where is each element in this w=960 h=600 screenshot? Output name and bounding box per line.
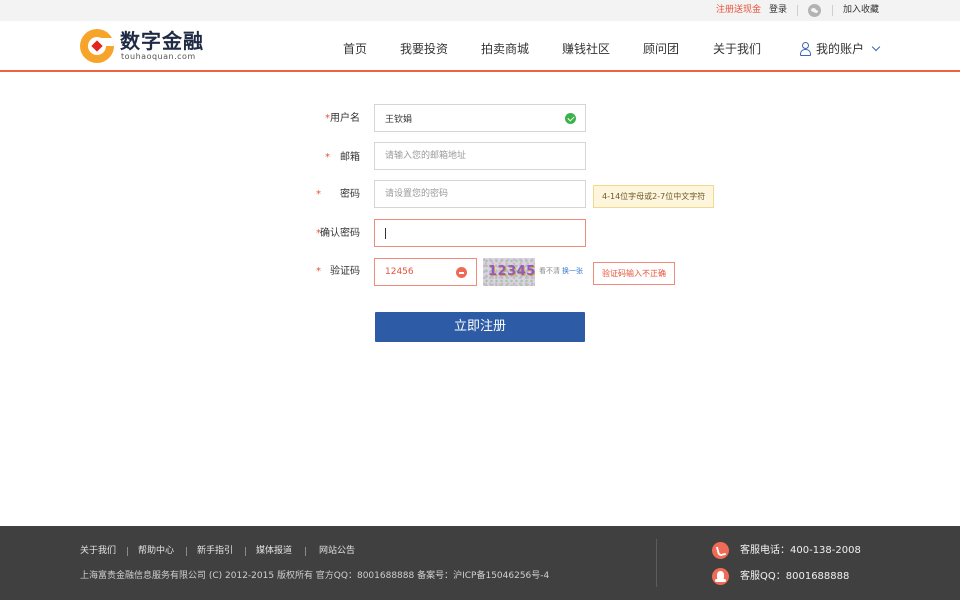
site-header: 数字金融 touhaoquan.com 首页 我要投资 拍卖商城 赚钱社区 顾问… xyxy=(0,21,960,72)
captcha-field-wrapper xyxy=(374,258,477,286)
confirm-password-label: 确认密码 xyxy=(320,228,360,239)
username-label: 用户名 xyxy=(330,113,360,124)
footer-link-help[interactable]: 帮助中心 xyxy=(138,545,174,557)
wechat-icon[interactable] xyxy=(808,4,821,17)
captcha-error-message: 验证码输入不正确 xyxy=(593,262,675,285)
phone-icon xyxy=(712,542,729,559)
footer-copyright: 上海富贵金融信息服务有限公司 (C) 2012-2015 版权所有 官方QQ：8… xyxy=(80,571,550,581)
nav-item-invest[interactable]: 我要投资 xyxy=(400,41,448,57)
captcha-image[interactable]: 12345 xyxy=(483,258,535,286)
username-field-wrapper xyxy=(374,104,586,132)
register-submit-button[interactable]: 立即注册 xyxy=(375,312,585,342)
site-footer: 关于我们 帮助中心 新手指引 媒体报道 网站公告 上海富贵金融信息服务有限公司 … xyxy=(0,526,960,600)
nav-item-auction[interactable]: 拍卖商城 xyxy=(481,41,529,57)
footer-vertical-divider xyxy=(656,539,657,587)
footer-link-about[interactable]: 关于我们 xyxy=(80,545,116,557)
my-account-label: 我的账户 xyxy=(816,42,865,56)
email-label: 邮箱 xyxy=(340,152,360,163)
user-icon xyxy=(800,42,811,56)
check-icon xyxy=(565,113,576,124)
customer-service-qq: 客服QQ：8001688888 xyxy=(740,571,850,582)
topbar-divider xyxy=(797,5,798,16)
email-input[interactable] xyxy=(375,143,585,169)
captcha-image-text: 12345 xyxy=(488,264,535,279)
captcha-unclear-text: 看不清 xyxy=(539,267,560,275)
nav-item-community[interactable]: 赚钱社区 xyxy=(562,41,610,57)
confirm-password-input[interactable] xyxy=(375,220,585,246)
register-bonus-link[interactable]: 注册送现金 xyxy=(716,4,761,16)
nav-item-about[interactable]: 关于我们 xyxy=(713,41,761,57)
password-label: 密码 xyxy=(340,189,360,200)
captcha-refresh-link[interactable]: 换一张 xyxy=(562,266,583,276)
password-field-wrapper xyxy=(374,180,586,208)
username-input[interactable] xyxy=(375,105,585,131)
footer-divider xyxy=(305,547,306,556)
password-hint: 4-14位字母或2-7位中文字符 xyxy=(593,185,715,208)
add-favorite-link[interactable]: 加入收藏 xyxy=(843,4,879,16)
nav-item-advisors[interactable]: 顾问团 xyxy=(643,41,679,57)
footer-divider xyxy=(245,547,246,556)
password-input[interactable] xyxy=(375,181,585,207)
brand-name: 数字金融 xyxy=(120,29,204,53)
customer-service-phone: 客服电话：400-138-2008 xyxy=(740,545,861,556)
footer-link-notice[interactable]: 网站公告 xyxy=(319,545,355,557)
confirm-password-field-wrapper xyxy=(374,219,586,247)
brand-logo[interactable]: 数字金融 touhaoquan.com xyxy=(80,28,210,64)
footer-link-guide[interactable]: 新手指引 xyxy=(197,545,233,557)
login-link[interactable]: 登录 xyxy=(769,4,787,16)
captcha-label: 验证码 xyxy=(330,266,360,277)
chevron-down-icon xyxy=(871,42,881,52)
nav-item-home[interactable]: 首页 xyxy=(343,41,367,57)
brand-domain: touhaoquan.com xyxy=(121,52,196,61)
footer-divider xyxy=(127,547,128,556)
topbar-divider xyxy=(832,5,833,16)
qq-icon xyxy=(712,568,729,585)
top-utility-bar: 注册送现金 登录 加入收藏 xyxy=(0,0,960,21)
footer-divider xyxy=(186,547,187,556)
email-field-wrapper xyxy=(374,142,586,170)
clear-icon[interactable] xyxy=(456,267,467,278)
text-caret xyxy=(385,228,386,239)
footer-link-media[interactable]: 媒体报道 xyxy=(256,545,292,557)
logo-icon xyxy=(80,29,114,63)
